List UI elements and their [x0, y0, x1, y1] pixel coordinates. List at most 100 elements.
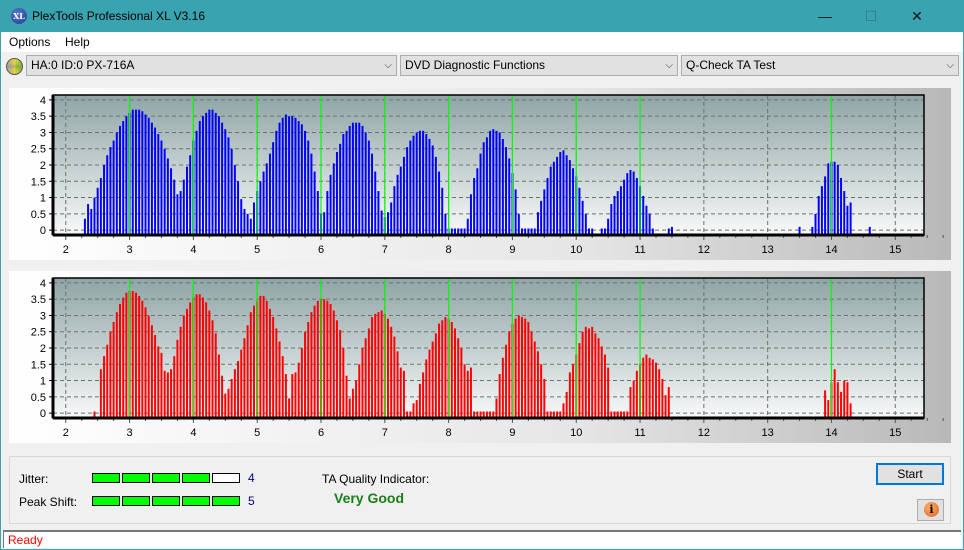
histogram-bar — [399, 166, 402, 234]
histogram-bar — [157, 346, 160, 417]
histogram-bar — [240, 199, 243, 234]
histogram-bar — [230, 148, 233, 234]
histogram-bar — [463, 228, 466, 234]
close-button[interactable]: ✕ — [894, 1, 940, 32]
toolbar: HA:0 ID:0 PX-716A ⌵ DVD Diagnostic Funct… — [1, 52, 963, 80]
histogram-bar — [316, 191, 319, 234]
histogram-bar — [189, 302, 192, 417]
histogram-bar — [390, 326, 393, 417]
meter-segment — [92, 473, 120, 483]
y-tick-label: 0 — [40, 225, 46, 237]
histogram-bar — [508, 331, 511, 417]
histogram-bar — [559, 151, 562, 234]
histogram-bar — [840, 391, 843, 417]
histogram-bar — [157, 134, 160, 234]
histogram-bar — [827, 163, 830, 234]
histogram-bar — [594, 333, 597, 417]
maximize-button[interactable]: ☐ — [848, 1, 894, 32]
histogram-bar — [364, 132, 367, 234]
histogram-bar — [125, 116, 128, 234]
app-logo-icon: XL — [11, 8, 27, 24]
drive-select-value: HA:0 ID:0 PX-716A — [31, 58, 135, 72]
histogram-bar — [329, 174, 332, 234]
histogram-bar — [527, 228, 530, 234]
histogram-bar — [367, 328, 370, 417]
histogram-bar — [176, 194, 179, 234]
histogram-bar — [460, 348, 463, 417]
x-tick-label: 3 — [127, 427, 133, 439]
histogram-bar — [272, 142, 275, 234]
histogram-bar — [355, 122, 358, 234]
histogram-bar — [651, 359, 654, 417]
test-select[interactable]: Q-Check TA Test ⌵ — [681, 55, 959, 76]
histogram-bar — [294, 372, 297, 417]
histogram-bar — [93, 197, 96, 234]
histogram-bar — [374, 313, 377, 417]
histogram-bar — [613, 411, 616, 417]
histogram-bar — [186, 166, 188, 234]
histogram-bar — [836, 382, 839, 417]
histogram-bar — [536, 212, 539, 234]
histogram-bar — [418, 130, 421, 234]
x-tick-label: 9 — [509, 427, 515, 439]
histogram-bar — [530, 228, 533, 234]
histogram-bar — [514, 189, 517, 234]
histogram-bar — [466, 370, 469, 417]
histogram-bar — [339, 143, 342, 234]
histogram-bar — [549, 411, 552, 417]
histogram-bar — [667, 228, 670, 234]
histogram-bar — [428, 349, 431, 417]
function-select[interactable]: DVD Diagnostic Functions ⌵ — [400, 55, 678, 76]
histogram-bar — [390, 202, 393, 234]
menu-help[interactable]: Help — [65, 35, 90, 49]
histogram-bar — [422, 130, 425, 234]
histogram-bar — [572, 364, 575, 417]
test-select-value: Q-Check TA Test — [686, 58, 776, 72]
histogram-bar — [393, 336, 396, 417]
x-tick-label: 12 — [698, 244, 710, 256]
histogram-bar — [619, 186, 622, 234]
histogram-bar — [438, 323, 441, 417]
x-tick-label: 15 — [889, 427, 901, 439]
histogram-bar — [259, 181, 262, 234]
histogram-bar — [342, 134, 345, 234]
histogram-bar — [565, 155, 568, 234]
histogram-bar — [329, 304, 332, 417]
histogram-bar — [616, 411, 619, 417]
histogram-bar — [361, 348, 364, 417]
histogram-bar — [262, 171, 265, 234]
histogram-bar — [348, 398, 351, 417]
histogram-bar — [195, 294, 198, 417]
histogram-bar — [632, 380, 635, 417]
histogram-bar — [141, 111, 144, 234]
chevron-down-icon: ⌵ — [384, 60, 392, 71]
y-tick-label: 3 — [40, 310, 46, 322]
drive-select[interactable]: HA:0 ID:0 PX-716A ⌵ — [26, 55, 397, 76]
y-tick-label: 3.5 — [31, 294, 46, 306]
histogram-bar — [460, 228, 463, 234]
menu-options[interactable]: Options — [9, 35, 50, 49]
histogram-bar — [635, 178, 638, 234]
minimize-button[interactable]: — — [802, 1, 848, 32]
histogram-bar — [211, 109, 214, 234]
histogram-bar — [387, 318, 389, 417]
y-tick-label: 1.5 — [31, 359, 46, 371]
function-select-value: DVD Diagnostic Functions — [405, 58, 546, 72]
histogram-bar — [233, 369, 236, 417]
histogram-bar — [846, 205, 849, 234]
histogram-bar — [562, 403, 565, 417]
histogram-bar — [233, 165, 236, 234]
histogram-bar — [521, 317, 523, 417]
histogram-bar — [195, 130, 198, 234]
histogram-bar — [501, 357, 504, 417]
histogram-bar — [584, 326, 587, 417]
histogram-bar — [304, 331, 307, 417]
histogram-bar — [619, 411, 622, 417]
x-tick-label: 6 — [318, 244, 324, 256]
start-button[interactable]: Start — [876, 463, 944, 485]
histogram-bar — [549, 166, 552, 234]
histogram-bar — [208, 310, 211, 417]
info-button[interactable]: i — [917, 499, 944, 521]
histogram-bar — [651, 228, 654, 234]
histogram-bar — [150, 122, 153, 234]
